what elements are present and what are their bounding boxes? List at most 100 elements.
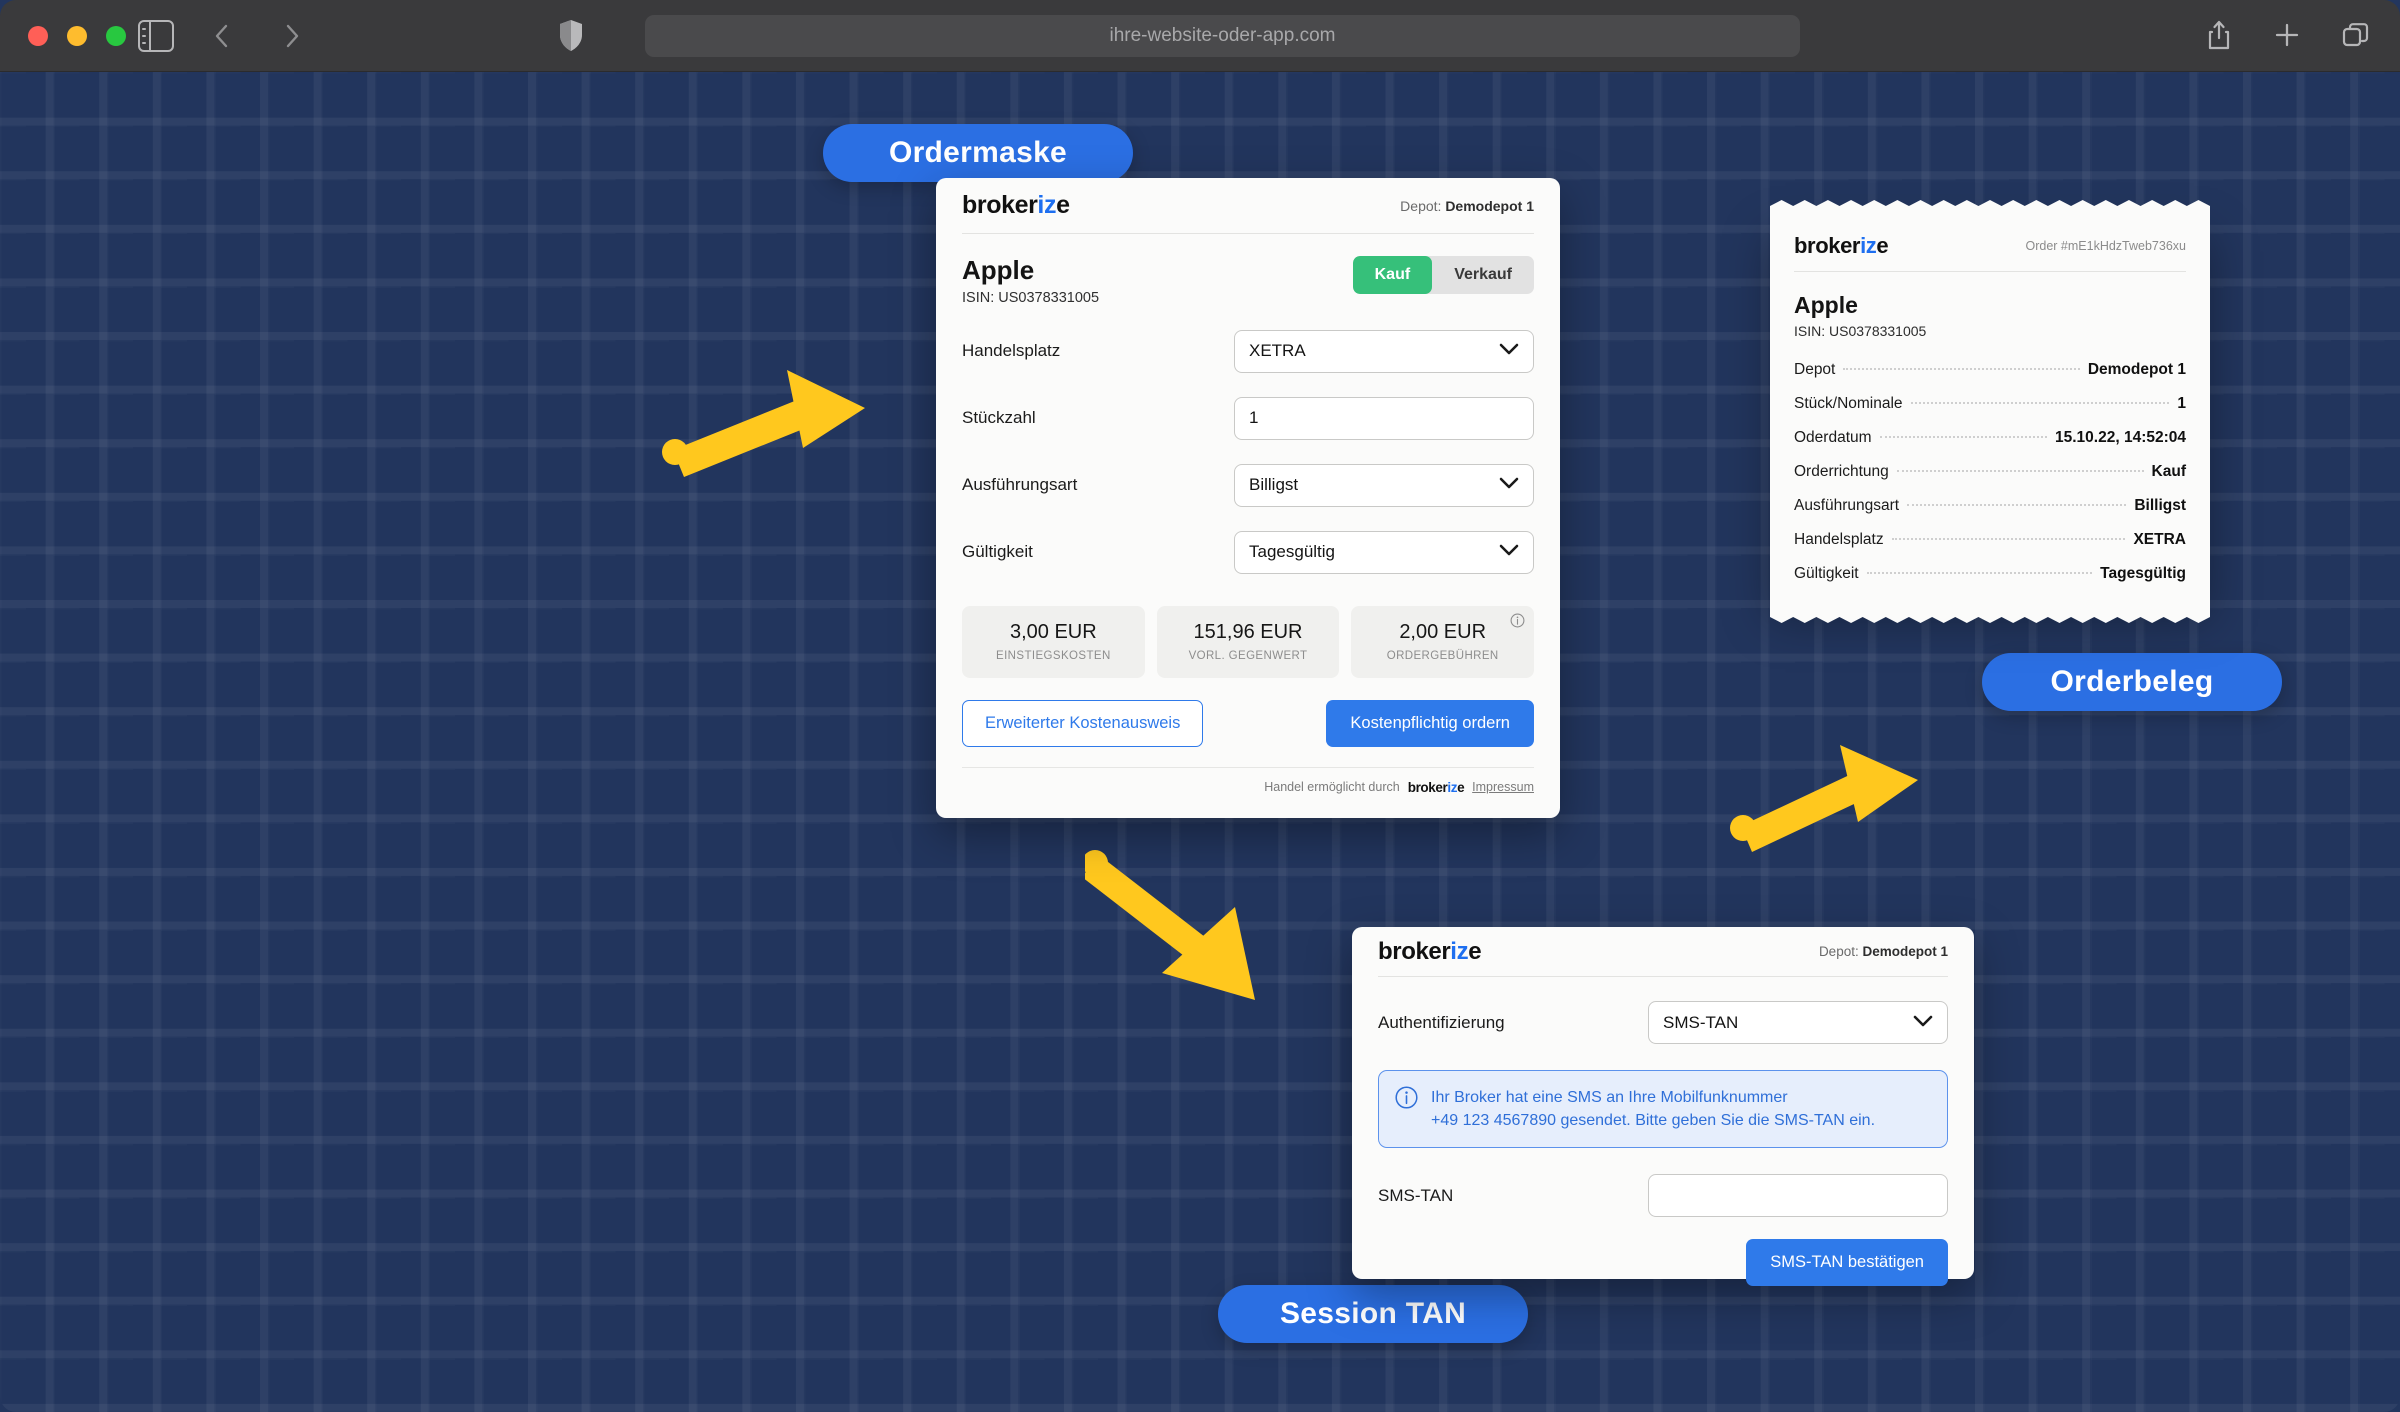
callout-orderbeleg: Orderbeleg [1982,653,2282,711]
depot-value: Demodepot 1 [1862,944,1948,959]
order-receipt: brokerize Order #mE1kHdzTweb736xu Apple … [1770,200,2210,623]
cost-value: 3,00 EUR [1009,621,1097,644]
impressum-link[interactable]: Impressum [1472,780,1534,794]
row-key: Oderdatum [1794,429,1872,446]
row-value: Billigst [2134,497,2186,514]
row-value: XETRA [2133,531,2186,548]
cost-box-gegenwert: 151,96 EUR VORL. GEGENWERT [1156,605,1340,678]
field-row-stueckzahl: Stückzahl 1 [962,396,1534,440]
tan-card-header: brokerize Depot: Demodepot 1 [1378,927,1948,977]
input-stueckzahl[interactable]: 1 [1234,396,1534,440]
sms-info-line1: Ihr Broker hat eine SMS an Ihre Mobilfun… [1431,1089,1788,1106]
field-row-handelsplatz: Handelsplatz XETRA [962,329,1534,373]
row-value: 1 [2177,395,2186,412]
plus-icon[interactable] [2272,18,2302,52]
sms-tan-bestaetigen-button[interactable]: SMS-TAN bestätigen [1746,1239,1948,1287]
dot-leader [1907,504,2127,506]
receipt-row-depot: Depot Demodepot 1 [1794,361,2186,379]
field-row-sms-tan: SMS-TAN [1378,1174,1948,1218]
dot-leader [1896,470,2144,472]
select-handelsplatz[interactable]: XETRA [1234,329,1534,373]
row-key: Orderrichtung [1794,463,1889,480]
select-gueltigkeit[interactable]: Tagesgültig [1234,530,1534,574]
info-icon[interactable] [1510,613,1525,633]
instrument-name: Apple [962,255,1035,285]
receipt-order-id: Order #mE1kHdzTweb736xu [2025,238,2187,253]
sms-info-text: Ihr Broker hat eine SMS an Ihre Mobilfun… [1431,1086,1875,1132]
buy-sell-toggle[interactable]: Kauf Verkauf [1352,256,1534,294]
cost-value: 2,00 EUR [1399,621,1487,644]
order-form-card: brokerize Depot: Demodepot 1 Apple ISIN:… [936,178,1560,818]
order-card-header: brokerize Depot: Demodepot 1 [962,178,1534,234]
brokerize-logo: brokerize [1794,232,1889,258]
cost-label: EINSTIEGSKOSTEN [996,650,1111,663]
select-ausfuehrungsart[interactable]: Billigst [1234,463,1534,507]
sms-info-box: Ihr Broker hat eine SMS an Ihre Mobilfun… [1378,1070,1948,1149]
receipt-instrument-name: Apple [1794,292,1858,318]
label-authentifizierung: Authentifizierung [1378,1012,1505,1032]
callout-session-tan: Session TAN [1218,1285,1528,1343]
tan-card-body: Authentifizierung SMS-TAN [1352,1001,1974,1044]
receipt-header: brokerize Order #mE1kHdzTweb736xu [1794,220,2186,272]
window-traffic-lights[interactable] [28,26,126,46]
browser-chrome: ihre-website-oder-app.com [0,0,2400,72]
input-sms-tan[interactable] [1648,1174,1948,1218]
label-stueckzahl: Stückzahl [962,408,1036,428]
depot-value: Demodepot 1 [1445,197,1534,214]
row-key: Depot [1794,361,1836,378]
chrome-right-toolbar [2204,18,2370,52]
info-icon [1395,1086,1418,1114]
chevron-down-icon [1499,542,1519,562]
minimize-window-button[interactable] [67,26,87,46]
cost-label: VORL. GEGENWERT [1188,650,1308,663]
dot-leader [1910,402,2170,404]
toggle-buy-option[interactable]: Kauf [1352,256,1433,294]
dot-leader [1843,368,2080,370]
field-row-ausfuehrungsart: Ausführungsart Billigst [962,463,1534,507]
receipt-row-gueltigkeit: Gültigkeit Tagesgültig [1794,565,2186,583]
forward-arrow-icon[interactable] [275,18,309,54]
order-form-body: Apple ISIN: US0378331005 Kauf Verkauf Ha… [936,256,1560,747]
close-window-button[interactable] [28,26,48,46]
depot-indicator: Depot: Demodepot 1 [1400,197,1534,214]
row-value: Demodepot 1 [2087,361,2186,378]
row-value: 15.10.22, 14:52:04 [2055,429,2186,446]
kostenpflichtig-ordern-button[interactable]: Kostenpflichtig ordern [1326,699,1534,747]
dot-leader [1866,572,2093,574]
receipt-instrument-isin: ISIN: US0378331005 [1794,323,1927,339]
cost-summary: 3,00 EUR EINSTIEGSKOSTEN 151,96 EUR VORL… [962,605,1535,678]
row-value: Tagesgültig [2100,565,2186,582]
shield-icon[interactable] [558,19,584,52]
maximize-window-button[interactable] [106,26,126,46]
arrow-to-session-tan [1085,850,1255,1000]
sidebar-toggle-icon[interactable] [138,20,174,52]
receipt-top-zigzag [1770,200,2210,220]
field-row-authentifizierung: Authentifizierung SMS-TAN [1378,1001,1948,1044]
share-icon[interactable] [2204,18,2234,52]
dot-leader [1891,538,2126,540]
receipt-row-handelsplatz: Handelsplatz XETRA [1794,531,2186,549]
chevron-down-icon [1499,475,1519,495]
select-authentifizierung[interactable]: SMS-TAN [1648,1001,1948,1044]
back-arrow-icon[interactable] [205,18,239,54]
cost-box-ordergebuehren: 2,00 EUR ORDERGEBÜHREN [1351,605,1535,678]
toggle-sell-option[interactable]: Verkauf [1432,256,1534,294]
tab-overview-icon[interactable] [2340,18,2370,52]
dot-leader [1879,436,2047,438]
row-value: Kauf [2151,463,2186,480]
address-bar[interactable]: ihre-website-oder-app.com [645,15,1800,57]
receipt-row-stueck-nominale: Stück/Nominale 1 [1794,395,2186,413]
callout-ordermaske: Ordermaske [823,124,1133,182]
label-gueltigkeit: Gültigkeit [962,542,1033,562]
arrow-to-ordermaske [662,370,865,477]
instrument-header: Apple ISIN: US0378331005 Kauf Verkauf [962,256,1534,306]
brokerize-logo: brokerize [962,191,1070,219]
label-ausfuehrungsart: Ausführungsart [962,475,1078,495]
receipt-row-orderrichtung: Orderrichtung Kauf [1794,463,2186,481]
label-sms-tan: SMS-TAN [1378,1185,1454,1205]
value-authentifizierung: SMS-TAN [1663,1012,1739,1032]
row-key: Handelsplatz [1794,531,1884,548]
receipt-bottom-zigzag [1770,603,2210,623]
value-stueckzahl: 1 [1249,408,1259,428]
erweiterter-kostenausweis-button[interactable]: Erweiterter Kostenausweis [962,699,1204,747]
